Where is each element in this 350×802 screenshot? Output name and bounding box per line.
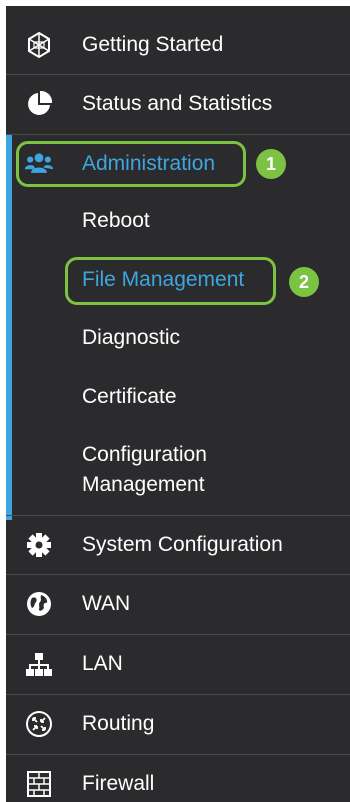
menu-item-getting-started[interactable]: Getting Started bbox=[6, 16, 350, 74]
step-badge-1: 1 bbox=[256, 149, 286, 179]
step-badge-2: 2 bbox=[289, 267, 319, 297]
menu-item-system-configuration[interactable]: System Configuration bbox=[6, 515, 350, 573]
menu-item-label: Status and Statistics bbox=[82, 91, 273, 115]
menu-item-label: Firewall bbox=[82, 771, 155, 795]
menu-item-label: LAN bbox=[82, 651, 123, 675]
submenu-item-certificate[interactable]: Certificate bbox=[82, 382, 177, 412]
menu-item-routing[interactable]: Routing bbox=[6, 694, 350, 752]
administration-highlight bbox=[16, 141, 246, 187]
firewall-icon bbox=[24, 769, 54, 799]
gear-icon bbox=[24, 530, 54, 560]
pie-chart-icon bbox=[24, 89, 54, 119]
sidebar-menu: Getting Started Status and Statistics Ad… bbox=[6, 6, 350, 802]
menu-item-status-and-statistics[interactable]: Status and Statistics bbox=[6, 74, 350, 132]
menu-item-wan[interactable]: WAN bbox=[6, 574, 350, 632]
menu-item-label: Routing bbox=[82, 711, 155, 735]
globe-icon bbox=[24, 589, 54, 619]
network-icon bbox=[24, 649, 54, 679]
menu-item-lan[interactable]: LAN bbox=[6, 634, 350, 692]
submenu-item-configuration-management[interactable]: Configuration Management bbox=[82, 440, 207, 500]
menu-item-label: System Configuration bbox=[82, 532, 283, 556]
file-management-highlight bbox=[65, 257, 276, 305]
menu-item-firewall[interactable]: Firewall bbox=[6, 754, 350, 802]
submenu-item-reboot[interactable]: Reboot bbox=[82, 206, 150, 236]
routing-icon bbox=[24, 709, 54, 739]
getting-started-icon bbox=[24, 30, 54, 60]
menu-item-label: WAN bbox=[82, 591, 131, 615]
menu-item-label: Getting Started bbox=[82, 33, 224, 56]
submenu-item-diagnostic[interactable]: Diagnostic bbox=[82, 323, 180, 353]
submenu-label-line2: Management bbox=[82, 473, 205, 496]
submenu-label-line1: Configuration bbox=[82, 443, 207, 466]
